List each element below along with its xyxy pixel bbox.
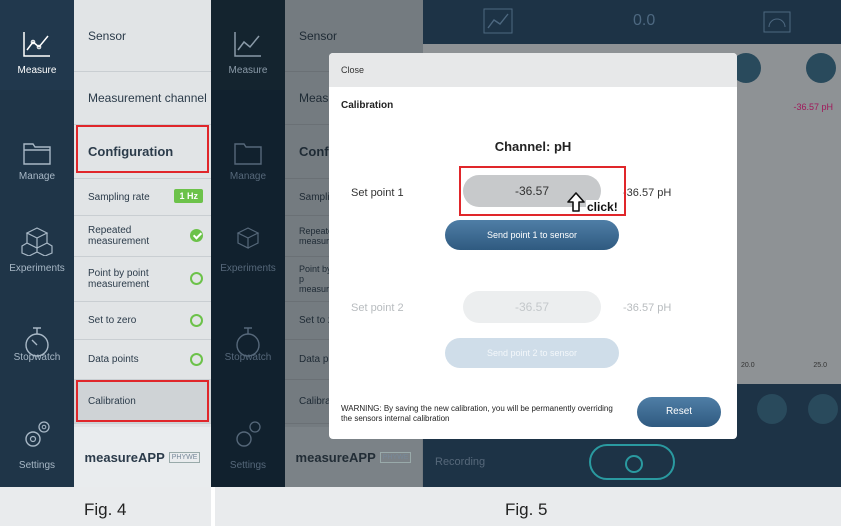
sidebar-item-label: Sensor [299, 28, 338, 43]
main-navbar-dimmed: Measure Manage Experiments Stopwatch Set… [211, 0, 285, 487]
set-point-1-label: Set point 1 [351, 187, 404, 199]
sidebar-item-label: Repeated measurement [88, 225, 150, 247]
nav-settings[interactable]: Settings [211, 397, 285, 487]
calibration-dialog: Close Calibration Channel: pH Set point … [329, 53, 737, 439]
set-point-2-input[interactable]: -36.57 [463, 291, 601, 323]
sidebar-item-point-by-point[interactable]: Point by point measurement [74, 257, 211, 302]
sidebar-item-label: Point by point measurement [88, 268, 150, 290]
nav-experiments-label: Experiments [220, 263, 276, 274]
cubes-icon [21, 227, 53, 256]
radio-empty-icon[interactable] [190, 314, 203, 327]
sidebar-item-set-to-zero[interactable]: Set to zero [74, 302, 211, 340]
click-hint-label: click! [586, 200, 619, 214]
nav-measure-label: Measure [228, 65, 268, 76]
nav-stopwatch-label: Stopwatch [224, 352, 272, 363]
x-tick-label: 20.0 [741, 362, 755, 369]
nav-measure-label: Measure [17, 65, 57, 76]
sidebar-item-measurement-channel[interactable]: Measurement channel [74, 72, 211, 125]
measurement-topbar: 0.0 [423, 0, 841, 44]
check-filled-icon[interactable] [190, 229, 203, 242]
click-arrow-icon [567, 192, 585, 212]
send-point-1-button[interactable]: Send point 1 to sensor [445, 220, 619, 250]
settings-gears-icon [25, 421, 50, 447]
nav-manage[interactable]: Manage [211, 110, 285, 200]
nav-manage-label: Manage [18, 171, 56, 182]
dialog-header: Close [329, 53, 737, 87]
nav-stopwatch[interactable]: Stopwatch [211, 305, 285, 395]
cubes-icon [236, 227, 260, 249]
sidebar-item-label: Measurement channel [88, 91, 207, 105]
nav-experiments-label: Experiments [9, 263, 65, 274]
channel-label: Channel: pH [494, 139, 572, 154]
logo-text: measureAPP [84, 449, 165, 465]
dialog-title: Calibration [341, 100, 394, 111]
x-tick-label: 25.0 [813, 362, 827, 369]
sidebar-item-label: Set to zero [88, 315, 137, 326]
figure-5-caption: Fig. 5 [505, 500, 548, 519]
figure-5-panel: Measure Manage Experiments Stopwatch Set… [211, 0, 841, 487]
sidebar-item-sensor[interactable]: Sensor [74, 0, 211, 72]
nav-measure[interactable]: Measure [211, 0, 285, 90]
nav-experiments[interactable]: Experiments [0, 200, 74, 290]
sidebar-item-label: Sampling rate [88, 191, 150, 203]
folder-icon [23, 143, 51, 165]
nav-settings-label: Settings [18, 460, 56, 471]
nav-manage-label: Manage [229, 171, 267, 182]
logo-text: measureAPP [295, 449, 376, 465]
nav-measure[interactable]: Measure [0, 0, 74, 90]
expand-icon[interactable] [806, 53, 836, 83]
sidebar-item-data-points[interactable]: Data points [74, 340, 211, 380]
sidebar-item-repeated-measurement[interactable]: Repeated measurement [74, 216, 211, 257]
sidebar-item-label: Data points [88, 354, 139, 365]
edit-pencil-icon[interactable] [757, 394, 787, 424]
line-chart-icon [234, 32, 261, 57]
digital-value-display[interactable]: 0.0 [633, 12, 655, 30]
main-navbar: Measure Manage Experiments Stopwatch Set… [0, 0, 74, 487]
set-point-1-reading: -36.57 pH [623, 187, 672, 199]
settings-gears-icon [236, 421, 261, 447]
figure-4-caption: Fig. 4 [84, 500, 127, 519]
folder-icon [234, 143, 262, 165]
reset-button[interactable]: Reset [637, 397, 721, 427]
recording-label: Recording [435, 456, 486, 468]
nav-stopwatch-label: Stopwatch [13, 352, 61, 363]
sidebar-item-sampling-rate[interactable]: Sampling rate 1 Hz [74, 179, 211, 216]
radio-empty-icon[interactable] [190, 353, 203, 366]
radio-empty-icon[interactable] [190, 272, 203, 285]
record-button[interactable] [589, 444, 675, 480]
set-point-2-label: Set point 2 [351, 302, 404, 314]
line-chart-icon[interactable] [483, 8, 513, 34]
close-button[interactable]: Close [341, 65, 364, 75]
line-chart-icon [23, 32, 50, 57]
highlight-configuration [76, 125, 209, 173]
nav-experiments[interactable]: Experiments [211, 200, 285, 290]
sampling-rate-badge: 1 Hz [174, 189, 203, 203]
nav-manage[interactable]: Manage [0, 110, 74, 200]
nav-settings-label: Settings [229, 460, 267, 471]
gauge-icon[interactable] [763, 11, 791, 33]
measureapp-logo: measureAPP PHYWE [74, 427, 211, 487]
marker-icon[interactable] [808, 394, 838, 424]
phywe-logo: PHYWE [168, 451, 201, 463]
chart-readout: -36.57 pH [793, 102, 833, 112]
phywe-logo: PHYWE [379, 451, 412, 463]
nav-stopwatch[interactable]: Stopwatch [0, 305, 74, 395]
figure-4-panel: Measure Manage Experiments Stopwatch Set… [0, 0, 211, 487]
sidebar-item-label: Sensor [88, 28, 127, 43]
nav-settings[interactable]: Settings [0, 397, 74, 487]
calibration-warning: WARNING: By saving the new calibration, … [341, 404, 613, 423]
highlight-calibration [76, 380, 209, 422]
set-point-2-reading: -36.57 pH [623, 302, 672, 314]
send-point-2-button[interactable]: Send point 2 to sensor [445, 338, 619, 368]
